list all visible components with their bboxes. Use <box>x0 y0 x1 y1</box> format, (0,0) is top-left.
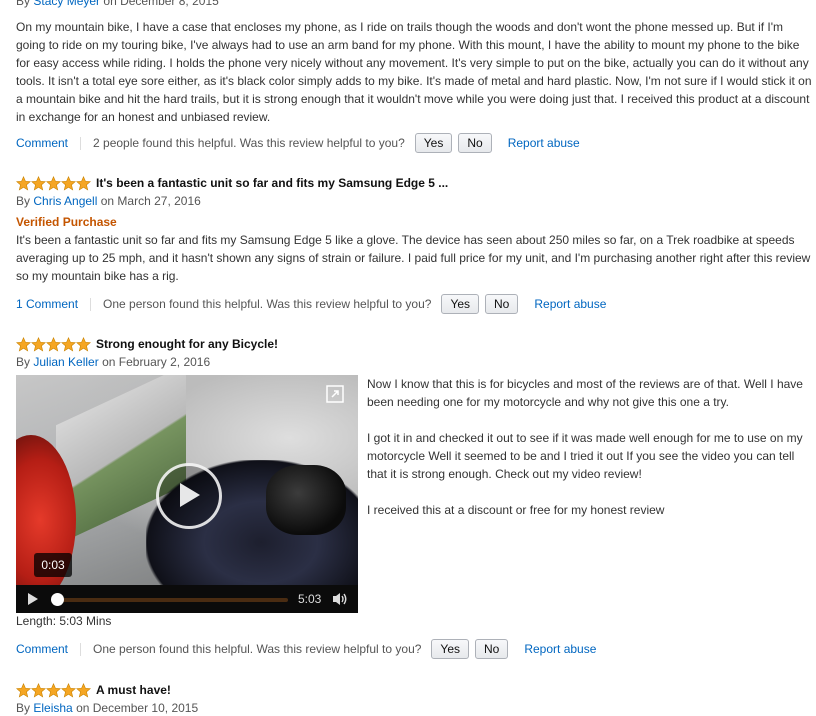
star-icon <box>61 175 76 191</box>
helpful-text: One person found this helpful. Was this … <box>103 297 432 311</box>
helpful-text: 2 people found this helpful. Was this re… <box>93 136 405 150</box>
review-title[interactable]: Strong enought for any Bicycle! <box>96 337 278 351</box>
star-icon <box>76 336 91 352</box>
comment-link[interactable]: Comment <box>16 136 68 150</box>
divider <box>80 642 82 656</box>
divider <box>90 297 92 311</box>
reviewer-link[interactable]: Eleisha <box>33 701 72 715</box>
star-rating <box>16 175 91 191</box>
video-scene-glove <box>266 465 346 535</box>
star-icon <box>46 175 61 191</box>
reviewer-link[interactable]: Stacy Meyer <box>33 0 100 8</box>
star-rating <box>16 336 91 352</box>
verified-purchase-badge: Verified Purchase <box>16 215 117 229</box>
review-actions: Comment One person found this helpful. W… <box>16 638 812 660</box>
review-body: Now I know that this is for bicycles and… <box>367 375 812 537</box>
review-3: Strong enought for any Bicycle! By Julia… <box>16 334 812 370</box>
star-icon <box>16 682 31 698</box>
current-time-bubble: 0:03 <box>34 553 72 577</box>
star-icon <box>31 336 46 352</box>
video-thumbnail[interactable]: 0:03 <box>16 375 358 610</box>
report-abuse-link[interactable]: Report abuse <box>534 297 606 311</box>
fullscreen-icon[interactable] <box>326 385 344 406</box>
helpful-yes-button[interactable]: Yes <box>441 294 480 314</box>
star-icon <box>31 682 46 698</box>
star-icon <box>76 682 91 698</box>
review-paragraph: I got it in and checked it out to see if… <box>367 431 803 481</box>
helpful-text: One person found this helpful. Was this … <box>93 642 422 656</box>
seek-bar[interactable] <box>51 593 288 606</box>
divider <box>80 136 82 150</box>
review-byline: By Chris Angell on March 27, 2016 <box>16 193 812 209</box>
volume-icon[interactable] <box>332 592 348 609</box>
by-label: By <box>16 355 31 369</box>
review-byline: By Julian Keller on February 2, 2016 <box>16 354 812 370</box>
by-label: By <box>16 701 31 715</box>
review-actions: 1 Comment One person found this helpful.… <box>16 293 812 315</box>
review-body: It's been a fantastic unit so far and fi… <box>16 233 811 283</box>
star-icon <box>16 175 31 191</box>
review-title[interactable]: It's been a fantastic unit so far and fi… <box>96 176 448 190</box>
reviewer-link[interactable]: Chris Angell <box>33 194 97 208</box>
review-title-row: Strong enought for any Bicycle! <box>16 334 812 354</box>
star-icon <box>46 336 61 352</box>
video-controls: 5:03 <box>16 585 358 613</box>
comment-link[interactable]: 1 Comment <box>16 297 78 311</box>
play-icon[interactable] <box>27 593 39 608</box>
comment-link[interactable]: Comment <box>16 642 68 656</box>
seek-handle[interactable] <box>51 593 65 606</box>
helpful-yes-button[interactable]: Yes <box>431 639 469 659</box>
video-duration: 5:03 <box>298 592 322 606</box>
review-date: on December 10, 2015 <box>76 701 199 715</box>
helpful-no-button[interactable]: No <box>475 639 509 659</box>
review-byline: By Stacy Meyer on December 8, 2015 <box>16 0 812 9</box>
review-title[interactable]: A must have! <box>96 683 171 697</box>
review-1: By Stacy Meyer on December 8, 2015 On my… <box>16 0 812 154</box>
review-2: It's been a fantastic unit so far and fi… <box>16 173 812 315</box>
review-actions: Comment 2 people found this helpful. Was… <box>16 132 812 154</box>
review-body: On my mountain bike, I have a case that … <box>16 20 812 124</box>
report-abuse-link[interactable]: Report abuse <box>508 136 580 150</box>
report-abuse-link[interactable]: Report abuse <box>524 642 596 656</box>
video-player[interactable]: 0:03 5:03 <box>16 375 358 613</box>
reviewer-link[interactable]: Julian Keller <box>33 355 98 369</box>
review-paragraph: Now I know that this is for bicycles and… <box>367 377 803 409</box>
star-icon <box>76 175 91 191</box>
by-label: By <box>16 0 31 8</box>
by-label: By <box>16 194 31 208</box>
star-icon <box>61 336 76 352</box>
star-icon <box>61 682 76 698</box>
review-title-row: A must have! <box>16 680 812 700</box>
video-length: Length: 5:03 Mins <box>16 614 112 628</box>
review-byline: By Eleisha on December 10, 2015 <box>16 700 812 716</box>
star-rating <box>16 682 91 698</box>
review-3-actions-wrap: Comment One person found this helpful. W… <box>16 638 812 660</box>
star-icon <box>16 336 31 352</box>
helpful-yes-button[interactable]: Yes <box>414 133 453 153</box>
review-date: on December 8, 2015 <box>103 0 219 8</box>
star-icon <box>46 682 61 698</box>
helpful-no-button[interactable]: No <box>485 294 519 314</box>
play-overlay-icon[interactable] <box>156 463 222 529</box>
review-title-row: It's been a fantastic unit so far and fi… <box>16 173 812 193</box>
review-paragraph: I received this at a discount or free fo… <box>367 503 665 517</box>
review-date: on March 27, 2016 <box>100 194 201 208</box>
helpful-no-button[interactable]: No <box>458 133 492 153</box>
review-date: on February 2, 2016 <box>102 355 211 369</box>
star-icon <box>31 175 46 191</box>
